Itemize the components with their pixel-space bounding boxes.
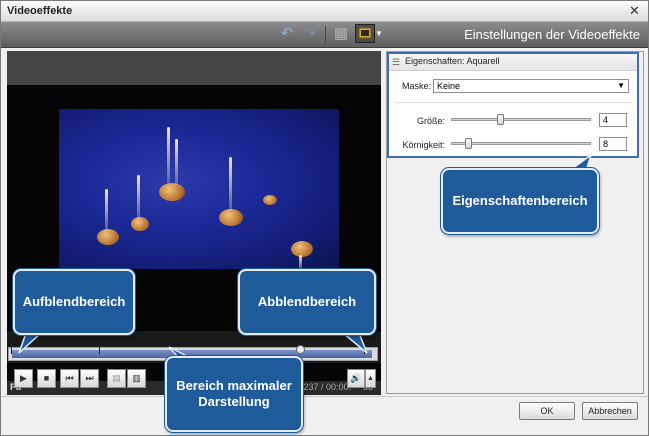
max-display-callout: Bereich maximaler Darstellung: [165, 356, 303, 432]
fade-out-callout: Abblendbereich: [238, 269, 376, 335]
video-effects-window: Videoeffekte ✕ ↶ ↷ ▦ ▼ Einstellungen der…: [0, 0, 649, 436]
properties-area-callout: Eigenschaftenbereich: [441, 168, 599, 234]
fade-in-callout: Aufblendbereich: [13, 269, 135, 335]
